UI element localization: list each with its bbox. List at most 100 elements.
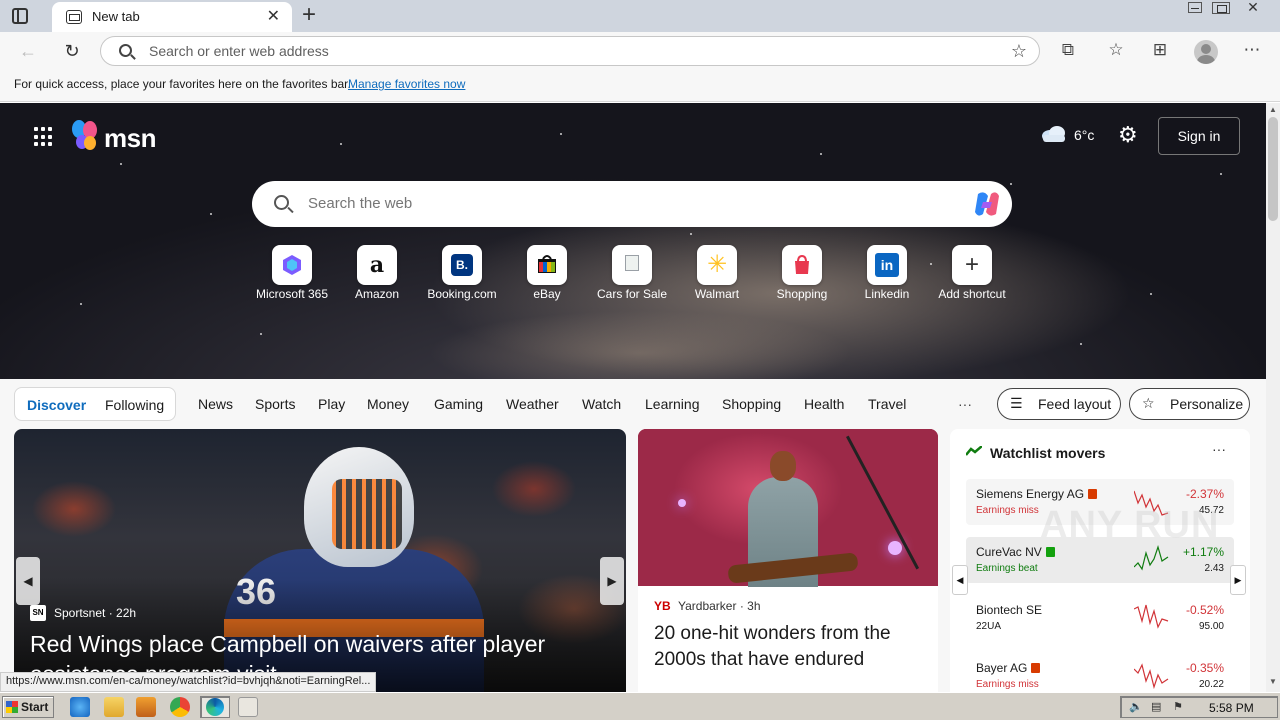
linkedin-icon: in xyxy=(867,245,907,285)
tab-discover[interactable]: Discover xyxy=(27,397,86,413)
shortcut-amazon[interactable]: a Amazon xyxy=(337,245,417,305)
nav-gaming[interactable]: Gaming xyxy=(434,396,483,412)
action-center-flag-icon[interactable]: ⚑ xyxy=(1173,701,1187,714)
nav-health[interactable]: Health xyxy=(804,396,844,412)
shopping-bag-icon xyxy=(782,245,822,285)
add-favorite-icon[interactable]: ☆ xyxy=(1011,41,1027,62)
shortcut-booking[interactable]: B. Booking.com xyxy=(422,245,502,305)
nav-money[interactable]: Money xyxy=(367,396,409,412)
yardbarker-logo-icon: YB xyxy=(654,599,671,613)
main-story-card[interactable]: 36 ◀ ▶ SN Sportsnet · 22h Red Wings plac… xyxy=(14,429,626,692)
shortcut-label: Add shortcut xyxy=(938,287,1006,301)
chrome-icon[interactable] xyxy=(170,697,190,717)
msn-page: msn 6°c ⚙ Sign in Microsoft 365 xyxy=(0,103,1266,692)
favorites-icon[interactable]: ☆ xyxy=(1104,40,1128,60)
carousel-next-button[interactable]: ▶ xyxy=(600,557,624,605)
tab-new-tab[interactable]: New tab ✕ xyxy=(52,2,292,32)
close-tab-icon[interactable]: ✕ xyxy=(267,6,280,26)
nav-sports[interactable]: Sports xyxy=(255,396,295,412)
copilot-icon[interactable] xyxy=(972,190,1002,218)
start-button[interactable]: Start xyxy=(2,696,54,718)
collections-icon[interactable]: ⊞ xyxy=(1148,40,1172,60)
stock-price: 20.22 xyxy=(1198,679,1224,690)
shortcut-add[interactable]: + Add shortcut xyxy=(932,245,1012,305)
manage-favorites-link[interactable]: Manage favorites now xyxy=(348,77,465,91)
edge-icon xyxy=(206,698,224,716)
file-explorer-icon[interactable] xyxy=(104,697,124,717)
web-search-input[interactable] xyxy=(308,195,908,212)
app-window-icon[interactable] xyxy=(238,697,258,717)
nav-more-button[interactable]: ··· xyxy=(958,396,972,412)
address-bar[interactable]: ☆ xyxy=(100,36,1040,66)
stock-row[interactable]: Biontech SE 22UA -0.52% 95.00 xyxy=(966,595,1234,641)
tab-actions-icon[interactable] xyxy=(12,8,28,24)
address-input[interactable] xyxy=(149,43,969,59)
stock-name: Bayer AG xyxy=(976,661,1041,675)
sparkline-chart xyxy=(1134,604,1169,629)
stock-price: 2.43 xyxy=(1204,563,1224,574)
reload-button[interactable]: ↻ xyxy=(60,40,84,64)
nav-weather[interactable]: Weather xyxy=(506,396,559,412)
msn-logo-text[interactable]: msn xyxy=(104,123,156,154)
stock-row[interactable]: Bayer AG Earnings miss -0.35% 20.22 xyxy=(966,653,1234,692)
nav-play[interactable]: Play xyxy=(318,396,345,412)
profile-avatar[interactable] xyxy=(1194,40,1218,64)
shortcut-microsoft-365[interactable]: Microsoft 365 xyxy=(252,245,332,305)
sign-in-button[interactable]: Sign in xyxy=(1158,117,1240,155)
minimize-window-button[interactable] xyxy=(1188,2,1202,13)
carousel-prev-button[interactable]: ◀ xyxy=(16,557,40,605)
watchlist-prev-button[interactable]: ◀ xyxy=(952,565,968,595)
cloud-icon xyxy=(1042,126,1065,142)
sliders-icon: ☰ xyxy=(1010,395,1023,411)
network-icon[interactable]: ▤ xyxy=(1151,701,1165,714)
tab-following[interactable]: Following xyxy=(105,397,164,413)
side-story-card[interactable]: YB Yardbarker · 3h 20 one-hit wonders fr… xyxy=(638,429,938,692)
shortcut-ebay[interactable]: eBay xyxy=(507,245,587,305)
nav-travel[interactable]: Travel xyxy=(868,396,906,412)
feed-layout-button[interactable]: ☰ Feed layout xyxy=(997,388,1121,420)
scrollbar-thumb[interactable] xyxy=(1268,117,1278,221)
scroll-down-arrow[interactable]: ▼ xyxy=(1269,677,1277,686)
shortcut-walmart[interactable]: ✳ Walmart xyxy=(677,245,757,305)
back-button[interactable]: ← xyxy=(16,40,40,64)
app-launcher-icon[interactable] xyxy=(34,127,54,147)
web-search-box[interactable] xyxy=(252,181,1012,227)
taskbar-edge-button[interactable] xyxy=(200,696,230,718)
walmart-icon: ✳ xyxy=(697,245,737,285)
watchlist-title[interactable]: Watchlist movers xyxy=(990,445,1105,461)
restore-window-button[interactable] xyxy=(1212,2,1230,14)
stock-subtitle: Earnings miss xyxy=(976,505,1039,516)
close-window-button[interactable]: ✕ xyxy=(1238,0,1268,16)
side-story-headline[interactable]: 20 one-hit wonders from the 2000s that h… xyxy=(654,621,926,673)
extensions-icon[interactable]: ⧉ xyxy=(1056,40,1080,60)
nav-learning[interactable]: Learning xyxy=(645,396,700,412)
booking-icon: B. xyxy=(442,245,482,285)
browser-toolbar: ← ↻ ☆ ⧉ ☆ ⊞ ⋯ xyxy=(0,32,1280,70)
stock-name: Siemens Energy AG xyxy=(976,487,1098,501)
start-label: Start xyxy=(21,700,49,714)
new-tab-button[interactable]: + xyxy=(302,1,316,29)
scroll-up-arrow[interactable]: ▲ xyxy=(1269,105,1277,114)
tab-strip: New tab ✕ + ✕ xyxy=(0,0,1280,32)
shortcut-shopping[interactable]: Shopping xyxy=(762,245,842,305)
search-icon xyxy=(119,44,132,57)
watchlist-more-button[interactable]: ··· xyxy=(1212,441,1226,457)
media-player-icon[interactable] xyxy=(136,697,156,717)
news-feed: 36 ◀ ▶ SN Sportsnet · 22h Red Wings plac… xyxy=(0,429,1266,692)
gear-icon[interactable]: ⚙ xyxy=(1118,124,1138,146)
shortcut-cars-for-sale[interactable]: Cars for Sale xyxy=(592,245,672,305)
watchlist-next-button[interactable]: ▶ xyxy=(1230,565,1246,595)
settings-more-icon[interactable]: ⋯ xyxy=(1240,40,1264,60)
internet-explorer-icon[interactable] xyxy=(70,697,90,717)
clock[interactable]: 5:58 PM xyxy=(1209,701,1254,715)
shortcut-linkedin[interactable]: in Linkedin xyxy=(847,245,927,305)
nav-shopping[interactable]: Shopping xyxy=(722,396,781,412)
personalize-button[interactable]: ☆ Personalize xyxy=(1129,388,1250,420)
volume-icon[interactable]: 🔈 xyxy=(1129,701,1143,714)
feed-layout-label: Feed layout xyxy=(1038,396,1112,412)
nav-watch[interactable]: Watch xyxy=(582,396,621,412)
weather-temperature[interactable]: 6°c xyxy=(1074,127,1094,143)
nav-news[interactable]: News xyxy=(198,396,233,412)
cars-for-sale-icon xyxy=(612,245,652,285)
page-scrollbar[interactable]: ▲ ▼ xyxy=(1266,103,1280,692)
